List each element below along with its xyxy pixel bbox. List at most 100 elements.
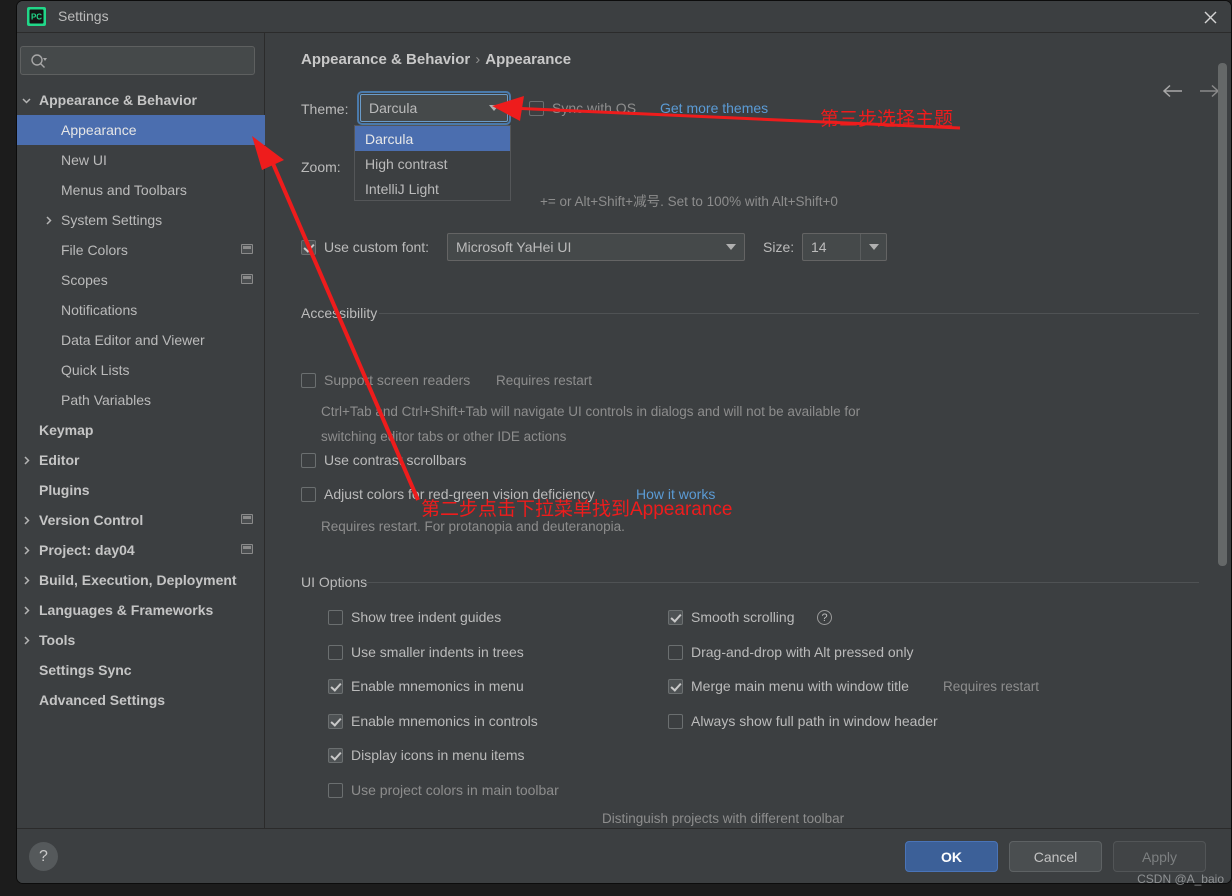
sidebar-item-label: File Colors [61,242,128,258]
sidebar-item-tools[interactable]: Tools [17,625,265,655]
font-family-combo-box[interactable]: Microsoft YaHei UI [447,233,745,261]
accessibility-checkbox-1[interactable] [301,453,316,468]
ui-option-checkbox-right-0[interactable] [668,610,683,625]
sidebar-item-project-day04[interactable]: Project: day04 [17,535,265,565]
sidebar-item-menus-and-toolbars[interactable]: Menus and Toolbars [17,175,265,205]
get-more-themes-link[interactable]: Get more themes [660,100,768,116]
chevron-right-icon[interactable] [19,573,33,587]
sidebar-item-system-settings[interactable]: System Settings [17,205,265,235]
sidebar-item-keymap[interactable]: Keymap [17,415,265,445]
sync-with-os-label: Sync with OS [552,100,637,116]
sidebar-item-languages-frameworks[interactable]: Languages & Frameworks [17,595,265,625]
ui-option-suffix-right-2: Requires restart [943,679,1040,694]
theme-option-intellij-light[interactable]: IntelliJ Light [355,176,510,201]
theme-option-darcula[interactable]: Darcula [355,126,510,151]
sidebar-item-file-colors[interactable]: File Colors [17,235,265,265]
sidebar-item-build-execution-deployment[interactable]: Build, Execution, Deployment [17,565,265,595]
font-size-label: Size: [763,239,795,255]
cancel-button[interactable]: Cancel [1009,841,1102,872]
chevron-right-icon[interactable] [19,543,33,557]
sidebar-item-label: Data Editor and Viewer [61,332,205,348]
ok-button[interactable]: OK [905,841,998,872]
ui-options-divider [366,582,1199,583]
window-title: Settings [58,8,109,24]
sidebar-item-path-variables[interactable]: Path Variables [17,385,265,415]
theme-option-high-contrast[interactable]: High contrast [355,151,510,176]
use-custom-font-checkbox[interactable] [301,240,316,255]
sidebar-item-label: Appearance & Behavior [39,92,197,108]
sidebar-item-plugins[interactable]: Plugins [17,475,265,505]
sidebar-item-label: Languages & Frameworks [39,602,214,618]
settings-tree: Appearance & Behavior Appearance New UI Men… [17,85,265,715]
chevron-down-icon[interactable] [19,93,33,107]
search-icon [30,53,47,70]
sidebar-item-label: Menus and Toolbars [61,182,187,198]
ui-option-checkbox-left-2[interactable] [328,679,343,694]
ui-option-checkbox-left-4[interactable] [328,748,343,763]
watermark: CSDN @A_baio [1137,872,1224,886]
sidebar-item-new-ui[interactable]: New UI [17,145,265,175]
font-size-combo-box[interactable]: 14 [802,233,887,261]
configurable-badge-icon [241,514,253,524]
sidebar-item-quick-lists[interactable]: Quick Lists [17,355,265,385]
chevron-right-icon[interactable] [41,213,55,227]
search-box[interactable] [20,46,255,75]
sidebar-item-advanced-settings[interactable]: Advanced Settings [17,685,265,715]
ui-option-checkbox-left-1[interactable] [328,644,343,660]
breadcrumb-current: Appearance [485,51,572,68]
sidebar-item-label: Project: day04 [39,542,135,558]
project-colors-hint: Distinguish projects with different tool… [602,811,845,826]
sidebar-item-notifications[interactable]: Notifications [17,295,265,325]
sidebar-item-scopes[interactable]: Scopes [17,265,265,295]
accessibility-checkbox-0[interactable] [301,373,316,388]
sidebar-item-label: Scopes [61,272,108,288]
ui-option-label-right-1: Drag-and-drop with Alt pressed only [691,643,914,660]
help-button[interactable]: ? [29,842,58,871]
ui-option-checkbox-left-0[interactable] [328,610,343,625]
ui-option-checkbox-right-3[interactable] [668,713,683,729]
sidebar-item-label: Advanced Settings [39,692,166,708]
annotation-text-2: 第二步点击下拉菜单找到Appearance [421,499,733,520]
ui-option-checkbox-left-5[interactable] [328,782,343,798]
sidebar-item-label: Version Control [39,512,144,528]
sidebar-item-label: New UI [61,152,107,168]
apply-button[interactable]: Apply [1113,841,1206,872]
settings-sidebar: Appearance & Behavior Appearance New UI Men… [17,33,265,828]
sidebar-item-editor[interactable]: Editor [17,445,265,475]
close-icon[interactable] [1195,4,1225,30]
ui-option-label-left-1: Use smaller indents in trees [351,643,524,660]
chevron-right-icon[interactable] [19,633,33,647]
sidebar-item-settings-sync[interactable]: Settings Sync [17,655,265,685]
smooth-scrolling-help-icon[interactable]: ? [817,610,832,625]
chevron-right-icon[interactable] [19,513,33,527]
sidebar-item-label: Editor [39,452,80,468]
ui-option-label-right-0: Smooth scrolling [691,609,795,625]
sidebar-item-appearance[interactable]: Appearance [17,115,265,145]
chevron-right-icon[interactable] [19,603,33,617]
configurable-badge-icon [241,244,253,254]
breadcrumb-parent[interactable]: Appearance & Behavior [301,51,470,68]
arrow-left-icon[interactable] [1160,79,1186,103]
pycharm-icon: PC [27,7,46,26]
accessibility-checkbox-2[interactable] [301,487,316,502]
theme-dropdown-list[interactable]: Darcula High contrast IntelliJ Light [354,125,511,201]
sidebar-item-label: Plugins [39,482,90,498]
settings-dialog: PC Settings Appearance & Behavior Appeara… [16,0,1232,884]
sidebar-item-data-editor-and-viewer[interactable]: Data Editor and Viewer [17,325,265,355]
chevron-down-icon [860,234,886,260]
dialog-footer: ? OK Cancel Apply [17,828,1231,883]
ui-option-checkbox-right-2[interactable] [668,679,683,694]
search-input[interactable] [53,47,249,74]
ui-option-checkbox-left-3[interactable] [328,713,343,729]
main-panel: Appearance & Behavior › Appearance Theme: … [266,33,1231,828]
sidebar-item-appearance-behavior[interactable]: Appearance & Behavior [17,85,265,115]
vertical-scrollbar[interactable] [1218,63,1227,566]
accessibility-label-1: Use contrast scrollbars [324,452,467,468]
ui-options-section-title: UI Options [301,574,368,590]
theme-combo-box[interactable]: Darcula [357,91,511,125]
ui-option-checkbox-right-1[interactable] [668,644,683,660]
sidebar-item-version-control[interactable]: Version Control [17,505,265,535]
sync-with-os-checkbox[interactable] [529,101,544,116]
configurable-badge-icon [241,274,253,284]
chevron-right-icon[interactable] [19,453,33,467]
